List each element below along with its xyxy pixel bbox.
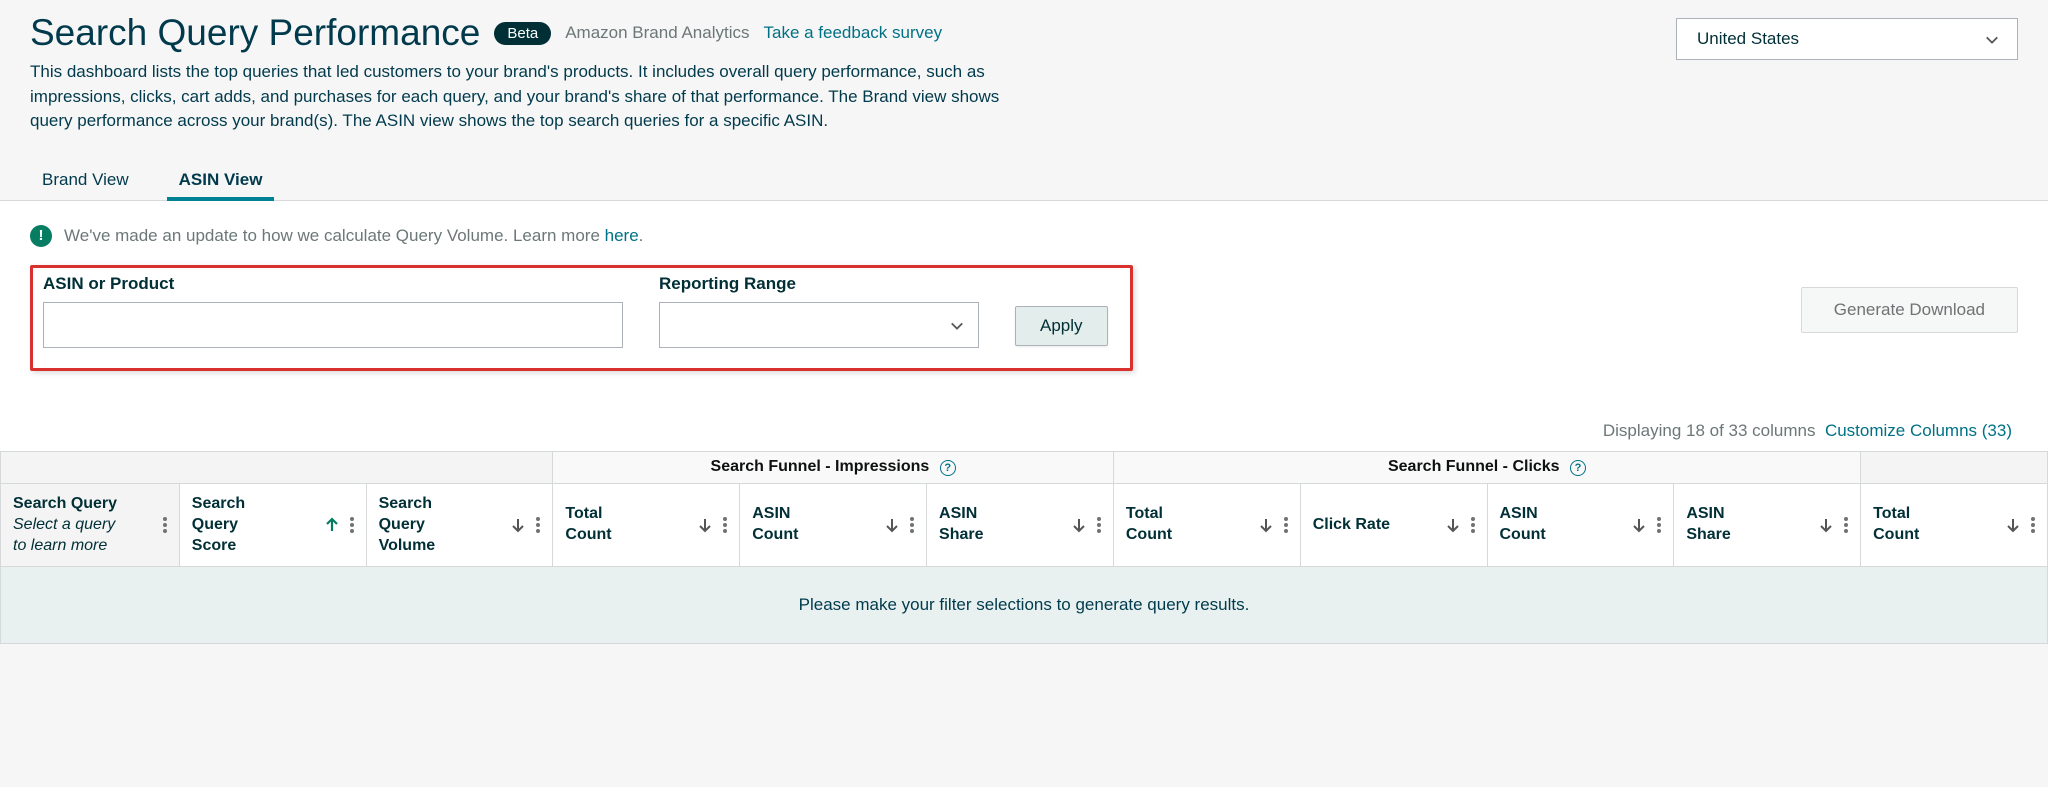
results-table: Search Funnel - Impressions ? Search Fun… — [0, 451, 2048, 644]
chevron-down-icon — [950, 318, 964, 332]
help-icon[interactable]: ? — [1570, 460, 1586, 476]
col-click-asin-share[interactable]: ASIN Share — [1674, 483, 1861, 566]
group-blank-left — [1, 451, 553, 483]
page-description: This dashboard lists the top queries tha… — [30, 60, 1040, 134]
col-imp-asin-share[interactable]: ASIN Share — [927, 483, 1114, 566]
notice-link[interactable]: here — [605, 226, 639, 245]
kebab-icon[interactable] — [163, 517, 167, 533]
tab-asin-view[interactable]: ASIN View — [167, 164, 275, 200]
group-impressions: Search Funnel - Impressions ? — [553, 451, 1113, 483]
col-imp-total-count[interactable]: Total Count — [553, 483, 740, 566]
marketplace-value: United States — [1697, 29, 1799, 49]
table-placeholder-text: Please make your filter selections to ge… — [1, 567, 2048, 644]
asin-input[interactable] — [43, 302, 623, 348]
kebab-icon[interactable] — [723, 517, 727, 533]
kebab-icon[interactable] — [910, 517, 914, 533]
columns-displaying: Displaying 18 of 33 columns — [1603, 421, 1816, 440]
sort-down-icon[interactable] — [1445, 517, 1461, 533]
kebab-icon[interactable] — [350, 517, 354, 533]
group-blank-right — [1861, 451, 2048, 483]
apply-button[interactable]: Apply — [1015, 306, 1108, 346]
program-label: Amazon Brand Analytics — [565, 23, 749, 43]
group-clicks: Search Funnel - Clicks ? — [1113, 451, 1860, 483]
sort-down-icon[interactable] — [1071, 517, 1087, 533]
reporting-range-select[interactable] — [659, 302, 979, 348]
info-icon: ! — [30, 225, 52, 247]
kebab-icon[interactable] — [2031, 517, 2035, 533]
kebab-icon[interactable] — [1284, 517, 1288, 533]
sort-up-icon[interactable] — [324, 517, 340, 533]
filters-highlight-box: ASIN or Product Reporting Range Apply — [30, 265, 1133, 371]
generate-download-button[interactable]: Generate Download — [1801, 287, 2018, 333]
kebab-icon[interactable] — [536, 517, 540, 533]
sort-down-icon[interactable] — [510, 517, 526, 533]
page-title: Search Query Performance — [30, 12, 480, 54]
sort-down-icon[interactable] — [884, 517, 900, 533]
sort-down-icon[interactable] — [697, 517, 713, 533]
col-next-total-count[interactable]: Total Count — [1861, 483, 2048, 566]
col-search-query[interactable]: Search Query Select a query to learn mor… — [1, 483, 180, 566]
col-click-total-count[interactable]: Total Count — [1113, 483, 1300, 566]
sort-down-icon[interactable] — [1258, 517, 1274, 533]
help-icon[interactable]: ? — [940, 460, 956, 476]
notice-text: We've made an update to how we calculate… — [64, 226, 643, 246]
table-placeholder-row: Please make your filter selections to ge… — [1, 567, 2048, 644]
sort-down-icon[interactable] — [1818, 517, 1834, 533]
col-click-rate[interactable]: Click Rate — [1300, 483, 1487, 566]
kebab-icon[interactable] — [1471, 517, 1475, 533]
kebab-icon[interactable] — [1097, 517, 1101, 533]
col-query-volume[interactable]: Search Query Volume — [366, 483, 553, 566]
sort-down-icon[interactable] — [2005, 517, 2021, 533]
chevron-down-icon — [1985, 32, 1999, 46]
asin-label: ASIN or Product — [43, 274, 623, 294]
results-table-wrap: Search Funnel - Impressions ? Search Fun… — [0, 451, 2048, 644]
kebab-icon[interactable] — [1657, 517, 1661, 533]
col-imp-asin-count[interactable]: ASIN Count — [740, 483, 927, 566]
tab-brand-view[interactable]: Brand View — [30, 164, 141, 200]
feedback-link[interactable]: Take a feedback survey — [763, 23, 942, 43]
customize-columns-link[interactable]: Customize Columns (33) — [1825, 421, 2012, 440]
reporting-range-label: Reporting Range — [659, 274, 979, 294]
sort-down-icon[interactable] — [1631, 517, 1647, 533]
kebab-icon[interactable] — [1844, 517, 1848, 533]
col-click-asin-count[interactable]: ASIN Count — [1487, 483, 1674, 566]
beta-badge: Beta — [494, 22, 551, 45]
col-query-score[interactable]: Search Query Score — [179, 483, 366, 566]
marketplace-select[interactable]: United States — [1676, 18, 2018, 60]
view-tabs: Brand View ASIN View — [0, 134, 2048, 201]
